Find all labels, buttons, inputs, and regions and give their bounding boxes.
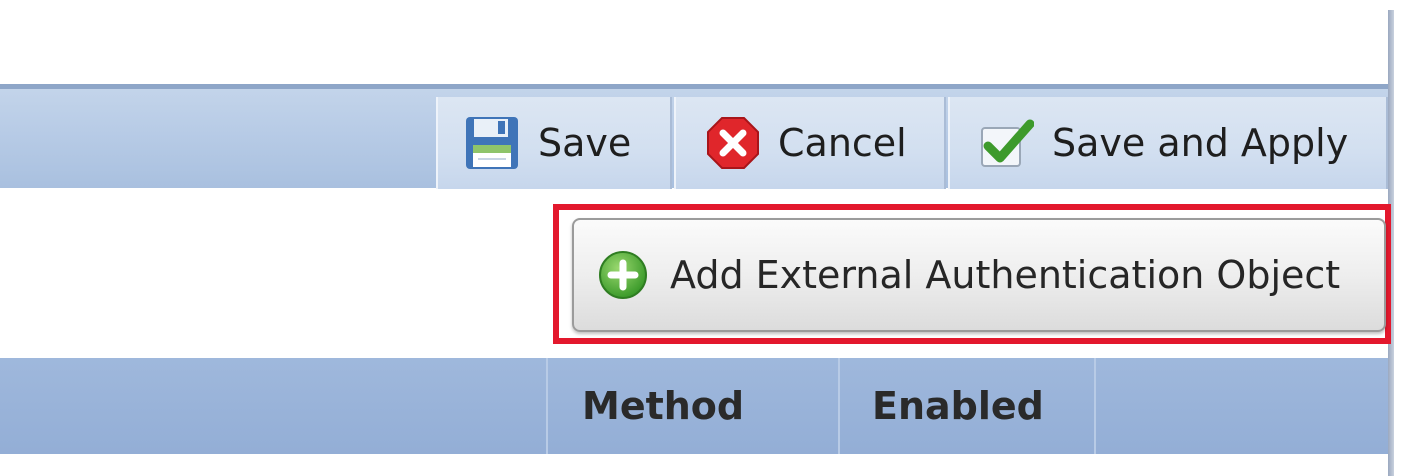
save-button[interactable]: Save [436, 97, 672, 189]
green-check-icon [980, 118, 1034, 168]
green-plus-icon [598, 250, 648, 300]
red-x-icon [706, 116, 760, 170]
column-divider [546, 358, 548, 454]
cancel-button[interactable]: Cancel [674, 97, 946, 189]
table-header: Method Enabled [0, 358, 1388, 454]
save-and-apply-label: Save and Apply [1052, 121, 1349, 165]
toolbar: Save Cancel Save and Apply [0, 84, 1388, 189]
column-divider [1094, 358, 1096, 454]
save-and-apply-button[interactable]: Save and Apply [948, 97, 1388, 189]
cancel-label: Cancel [778, 121, 907, 165]
floppy-disk-icon [464, 115, 520, 171]
save-label: Save [538, 121, 632, 165]
column-header-method[interactable]: Method [582, 358, 744, 454]
add-external-authentication-object-label: Add External Authentication Object [670, 253, 1341, 297]
column-divider [838, 358, 840, 454]
add-external-authentication-object-button[interactable]: Add External Authentication Object [572, 218, 1386, 332]
column-header-enabled[interactable]: Enabled [872, 358, 1044, 454]
